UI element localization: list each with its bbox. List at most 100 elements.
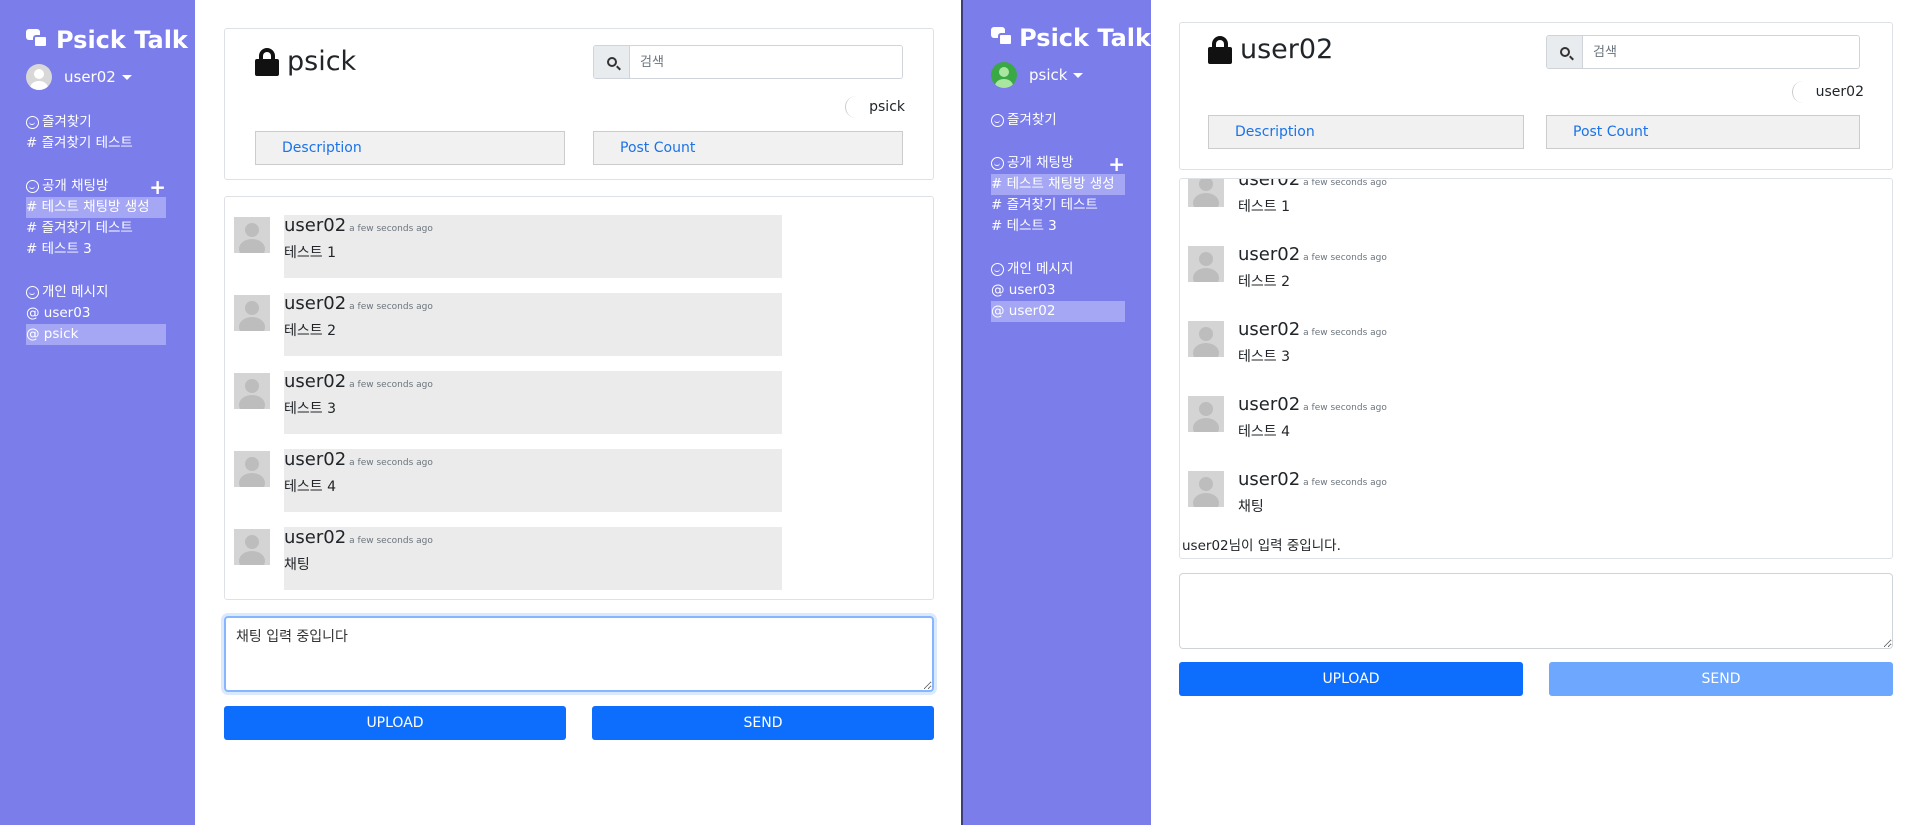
message-input[interactable] — [1179, 573, 1893, 649]
chat-bubbles-icon — [991, 27, 1013, 49]
direct-messages-section: 개인 메시지 @ user03 @ psick — [26, 282, 195, 345]
add-room-icon[interactable]: + — [1108, 154, 1125, 174]
chat-window-left: Psick Talk user02 즐겨찾기 # 즐겨찾기 테스트 공개 채팅방… — [0, 0, 961, 825]
message-time: a few seconds ago — [1303, 403, 1387, 413]
sidebar-item-room[interactable]: # 즐겨찾기 테스트 — [26, 218, 166, 239]
sidebar-item-room[interactable]: # 테스트 3 — [26, 239, 166, 260]
direct-messages-title: 개인 메시지 — [42, 284, 109, 300]
sidebar-item-dm[interactable]: @ user02 — [991, 301, 1125, 322]
smile-icon — [26, 286, 39, 299]
avatar — [26, 64, 52, 90]
public-rooms-section: 공개 채팅방 + # 테스트 채팅방 생성 # 즐겨찾기 테스트 # 테스트 3 — [991, 153, 1151, 237]
smile-icon — [26, 180, 39, 193]
upload-button[interactable]: UPLOAD — [224, 706, 566, 740]
message-author: user02 — [284, 215, 347, 236]
avatar — [991, 62, 1017, 88]
message-text: 테스트 4 — [284, 479, 336, 495]
description-button[interactable]: Description — [255, 131, 565, 165]
room-header: user02 user02 Description Post Count — [1179, 22, 1893, 170]
message-time: a few seconds ago — [349, 224, 433, 234]
sidebar: Psick Talk psick 즐겨찾기 공개 채팅방 + # 테스트 채팅방 … — [963, 0, 1151, 825]
message-input[interactable]: 채팅 입력 중입니다 — [224, 616, 934, 692]
brand-name: Psick Talk — [56, 26, 188, 54]
post-count-button[interactable]: Post Count — [1546, 115, 1860, 149]
message-time: a few seconds ago — [1303, 478, 1387, 488]
user-name: psick — [1029, 66, 1068, 84]
search-box — [1546, 35, 1860, 69]
message-author: user02 — [1238, 394, 1301, 415]
sidebar-item-dm[interactable]: @ psick — [26, 324, 166, 345]
member-name: user02 — [1815, 84, 1864, 100]
avatar — [234, 529, 270, 565]
user-menu[interactable]: user02 — [26, 64, 195, 90]
room-header: psick psick Description Post Count — [224, 28, 934, 180]
smile-icon — [991, 114, 1004, 127]
message-text: 테스트 1 — [284, 245, 336, 261]
message-author: user02 — [284, 293, 347, 314]
brand: Psick Talk — [26, 26, 195, 54]
message-author: user02 — [284, 371, 347, 392]
smile-icon — [26, 116, 39, 129]
composer-actions: UPLOAD SEND — [1179, 662, 1893, 696]
message-author: user02 — [284, 449, 347, 470]
search-input[interactable] — [1583, 36, 1859, 68]
message-time: a few seconds ago — [349, 302, 433, 312]
caret-down-icon — [1073, 72, 1084, 78]
direct-messages-section: 개인 메시지 @ user03 @ user02 — [991, 259, 1151, 322]
sidebar-item-room[interactable]: # 테스트 채팅방 생성 — [991, 174, 1125, 195]
avatar — [234, 451, 270, 487]
message-list[interactable]: user02 a few seconds ago 테스트 1 user02 a fe… — [1179, 178, 1893, 559]
description-button[interactable]: Description — [1208, 115, 1524, 149]
user-menu[interactable]: psick — [991, 62, 1151, 88]
public-rooms-title: 공개 채팅방 — [1007, 155, 1074, 171]
message-item: user02 a few seconds ago 채팅 — [234, 527, 794, 591]
lock-icon — [255, 47, 279, 76]
message-time: a few seconds ago — [349, 458, 433, 468]
message-item: user02 a few seconds ago 테스트 4 — [1180, 394, 1892, 469]
sidebar-item-room[interactable]: # 테스트 채팅방 생성 — [26, 197, 166, 218]
search-input[interactable] — [630, 46, 902, 78]
search-button[interactable] — [594, 46, 630, 78]
search-button[interactable] — [1547, 36, 1583, 68]
sidebar-item-room[interactable]: # 즐겨찾기 테스트 — [991, 195, 1125, 216]
sidebar-item-dm[interactable]: @ user03 — [26, 303, 166, 324]
message-list[interactable]: user02 a few seconds ago 테스트 1 user02 a fe… — [224, 196, 934, 600]
message-time: a few seconds ago — [349, 536, 433, 546]
avatar — [1188, 246, 1224, 282]
message-time: a few seconds ago — [1303, 178, 1387, 188]
message-time: a few seconds ago — [349, 380, 433, 390]
message-item: user02 a few seconds ago 채팅 — [1180, 469, 1892, 544]
avatar — [234, 373, 270, 409]
post-count-button[interactable]: Post Count — [593, 131, 903, 165]
add-room-icon[interactable]: + — [149, 177, 166, 197]
message-text: 테스트 3 — [284, 401, 336, 417]
sidebar-item-dm[interactable]: @ user03 — [991, 280, 1125, 301]
avatar — [234, 295, 270, 331]
send-button[interactable]: SEND — [592, 706, 934, 740]
main-panel: user02 user02 Description Post Count use… — [1179, 0, 1893, 696]
send-button[interactable]: SEND — [1549, 662, 1893, 696]
member-avatar — [1791, 81, 1814, 103]
member-chip[interactable]: user02 — [1791, 81, 1864, 103]
smile-icon — [991, 157, 1004, 170]
message-text: 채팅 — [284, 557, 310, 573]
smile-icon — [991, 263, 1004, 276]
sidebar-item-favorite[interactable]: # 즐겨찾기 테스트 — [26, 133, 166, 154]
favorites-title: 즐겨찾기 — [42, 114, 92, 130]
message-text: 채팅 — [1238, 499, 1264, 515]
public-rooms-title: 공개 채팅방 — [42, 178, 109, 194]
avatar — [1188, 179, 1224, 207]
message-item: user02 a few seconds ago 테스트 3 — [1180, 319, 1892, 394]
room-name: psick — [287, 46, 357, 77]
chat-bubbles-icon — [26, 29, 50, 51]
user-name: user02 — [64, 68, 116, 86]
message-time: a few seconds ago — [1303, 328, 1387, 338]
message-author: user02 — [1238, 469, 1301, 490]
brand: Psick Talk — [991, 24, 1151, 52]
message-item: user02 a few seconds ago 테스트 1 — [1180, 178, 1892, 244]
search-icon — [606, 57, 617, 67]
sidebar-item-room[interactable]: # 테스트 3 — [991, 216, 1125, 237]
search-icon — [1559, 47, 1570, 57]
upload-button[interactable]: UPLOAD — [1179, 662, 1523, 696]
member-chip[interactable]: psick — [845, 96, 905, 118]
